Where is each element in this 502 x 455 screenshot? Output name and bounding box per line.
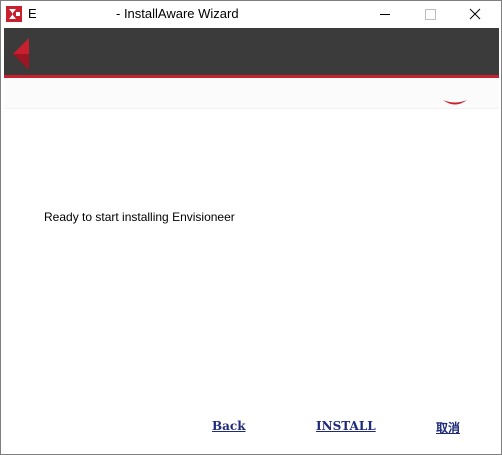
installer-window: E - InstallAware Wizard Ready to start i…: [0, 0, 502, 455]
back-arrow-icon: [13, 38, 29, 70]
window-title: - InstallAware Wizard: [116, 6, 239, 21]
window-title-prefix: E: [28, 6, 37, 21]
logo-fragment-icon: [443, 100, 467, 105]
status-text: Ready to start installing Envisioneer: [44, 210, 235, 224]
header-subband: [4, 78, 499, 109]
back-button[interactable]: Back: [212, 419, 246, 433]
close-icon: [469, 8, 481, 20]
install-button[interactable]: INSTALL: [316, 419, 376, 433]
minimize-icon: [380, 14, 390, 15]
close-button[interactable]: [452, 1, 497, 27]
installaware-app-icon: [6, 6, 22, 22]
maximize-icon: [425, 9, 436, 20]
cancel-button[interactable]: 取消: [436, 419, 460, 436]
minimize-button[interactable]: [362, 1, 407, 27]
header-banner: [4, 28, 499, 75]
maximize-button[interactable]: [407, 1, 452, 27]
title-bar[interactable]: E - InstallAware Wizard: [1, 1, 501, 27]
